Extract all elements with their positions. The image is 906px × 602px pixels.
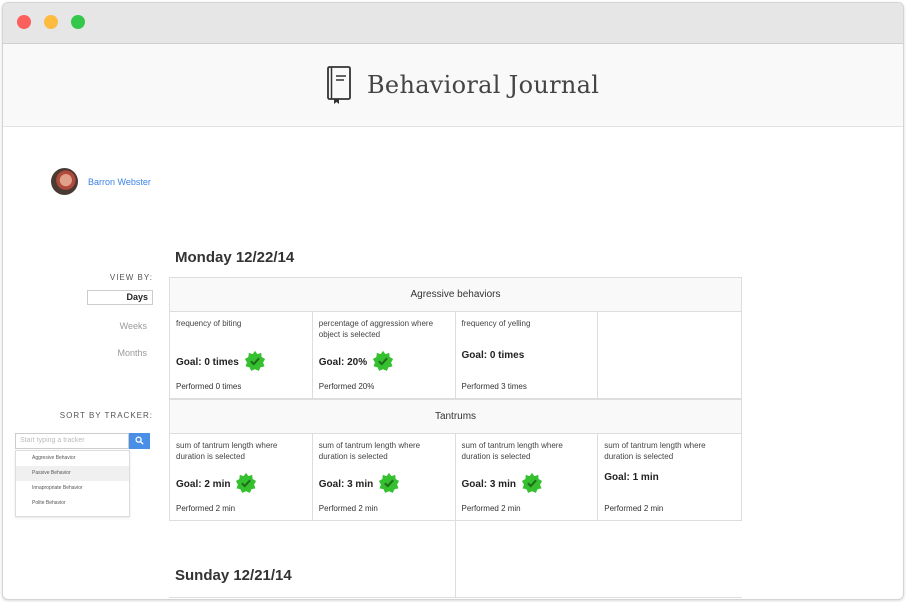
avatar[interactable] — [51, 168, 78, 195]
tracker-cell[interactable]: percentage of aggression where object is… — [313, 312, 456, 398]
minimize-button[interactable] — [44, 15, 58, 29]
tracker-cell[interactable]: sum of tantrum length where duration is … — [598, 434, 741, 520]
metric-description: sum of tantrum length where duration is … — [176, 441, 278, 461]
dropdown-item[interactable]: Innapropriate Behavior — [16, 481, 129, 496]
table-row: frequency of biting Goal: 0 times Perfor… — [170, 312, 741, 399]
goal: Goal: 3 min — [462, 472, 543, 497]
goal-met-badge-icon — [367, 350, 394, 375]
zoom-button[interactable] — [71, 15, 85, 29]
tracker-cell[interactable]: frequency of biting Goal: 0 times Perfor… — [170, 312, 313, 398]
tracker-cell[interactable]: frequency of yelling Goal: 0 times Perfo… — [456, 312, 599, 398]
goal: Goal: 0 times — [176, 350, 266, 375]
metric-description: sum of tantrum length where duration is … — [318, 441, 421, 461]
goal: Goal: 0 times — [462, 350, 525, 361]
section-title: Agressive behaviors — [170, 278, 741, 312]
goal-value: Goal: 3 min — [318, 479, 374, 490]
goal-met-badge-icon — [230, 472, 257, 497]
metric-description: percentage of aggression where object is… — [318, 319, 434, 339]
tracker-cell[interactable]: sum of tantrum length where duration is … — [170, 434, 313, 520]
empty-cell — [598, 312, 741, 398]
goal-value: Goal: 0 times — [461, 350, 525, 361]
goal-met-badge-icon — [373, 472, 400, 497]
book-icon — [325, 66, 353, 104]
section-title: Tantrums — [170, 399, 741, 434]
metric-description: frequency of biting — [176, 319, 242, 328]
close-button[interactable] — [17, 15, 31, 29]
dropdown-item[interactable]: Polite Behavior — [16, 496, 129, 511]
day-heading: Monday 12/22/14 — [175, 249, 295, 266]
column-divider — [455, 517, 456, 597]
day-heading: Sunday 12/21/14 — [175, 567, 292, 584]
tracker-search-input[interactable]: Start typing a tracker — [15, 433, 129, 449]
user-name-link[interactable]: Barron Webster — [88, 177, 151, 187]
goal-value: Goal: 1 min — [604, 472, 659, 483]
metric-description: frequency of yelling — [461, 319, 531, 328]
goal-value: Goal: 2 min — [176, 479, 231, 490]
goal: Goal: 1 min — [604, 472, 658, 483]
table-row: sum of tantrum length where duration is … — [170, 434, 741, 520]
metric-description: sum of tantrum length where duration is … — [461, 441, 563, 461]
performed-value: Performed 0 times — [176, 382, 242, 391]
metric-description: sum of tantrum length where duration is … — [604, 441, 706, 461]
app-title: Behavioral Journal — [367, 71, 600, 99]
view-by-label: VIEW BY: — [109, 273, 153, 282]
goal-value: Goal: 0 times — [176, 357, 239, 368]
view-option-days[interactable]: Days — [87, 290, 153, 305]
app-header: Behavioral Journal — [3, 44, 903, 127]
titlebar — [3, 3, 903, 44]
logo[interactable]: Behavioral Journal — [325, 66, 599, 104]
next-day-table-edge — [169, 597, 742, 599]
search-icon — [135, 432, 144, 450]
goal-met-badge-icon — [239, 350, 266, 375]
performed-value: Performed 2 min — [604, 504, 664, 513]
user-profile[interactable]: Barron Webster — [51, 168, 151, 195]
view-option-weeks[interactable]: Weeks — [120, 321, 147, 331]
sort-by-label: SORT BY TRACKER: — [59, 411, 153, 420]
performed-value: Performed 2 min — [176, 504, 236, 513]
goal-met-badge-icon — [516, 472, 543, 497]
goal: Goal: 20% — [319, 350, 394, 375]
performed-value: Performed 20% — [318, 382, 375, 391]
goal: Goal: 3 min — [319, 472, 400, 497]
tracker-dropdown: Aggresive Behavior Passive Behavior Inna… — [15, 450, 130, 517]
tracker-cell[interactable]: sum of tantrum length where duration is … — [456, 434, 599, 520]
search-button[interactable] — [129, 433, 150, 449]
view-option-months[interactable]: Months — [117, 348, 147, 358]
dropdown-item[interactable]: Aggresive Behavior — [16, 451, 129, 466]
performed-value: Performed 2 min — [461, 504, 521, 513]
dropdown-item[interactable]: Passive Behavior — [16, 466, 129, 481]
app-window: Behavioral Journal Barron Webster VIEW B… — [2, 2, 904, 600]
goal-value: Goal: 20% — [318, 357, 368, 368]
goal-value: Goal: 3 min — [461, 479, 516, 490]
goal: Goal: 2 min — [176, 472, 257, 497]
tracker-table: Agressive behaviors frequency of biting … — [169, 277, 742, 521]
tracker-cell[interactable]: sum of tantrum length where duration is … — [313, 434, 456, 520]
performed-value: Performed 3 times — [461, 382, 527, 391]
performed-value: Performed 2 min — [318, 504, 378, 513]
